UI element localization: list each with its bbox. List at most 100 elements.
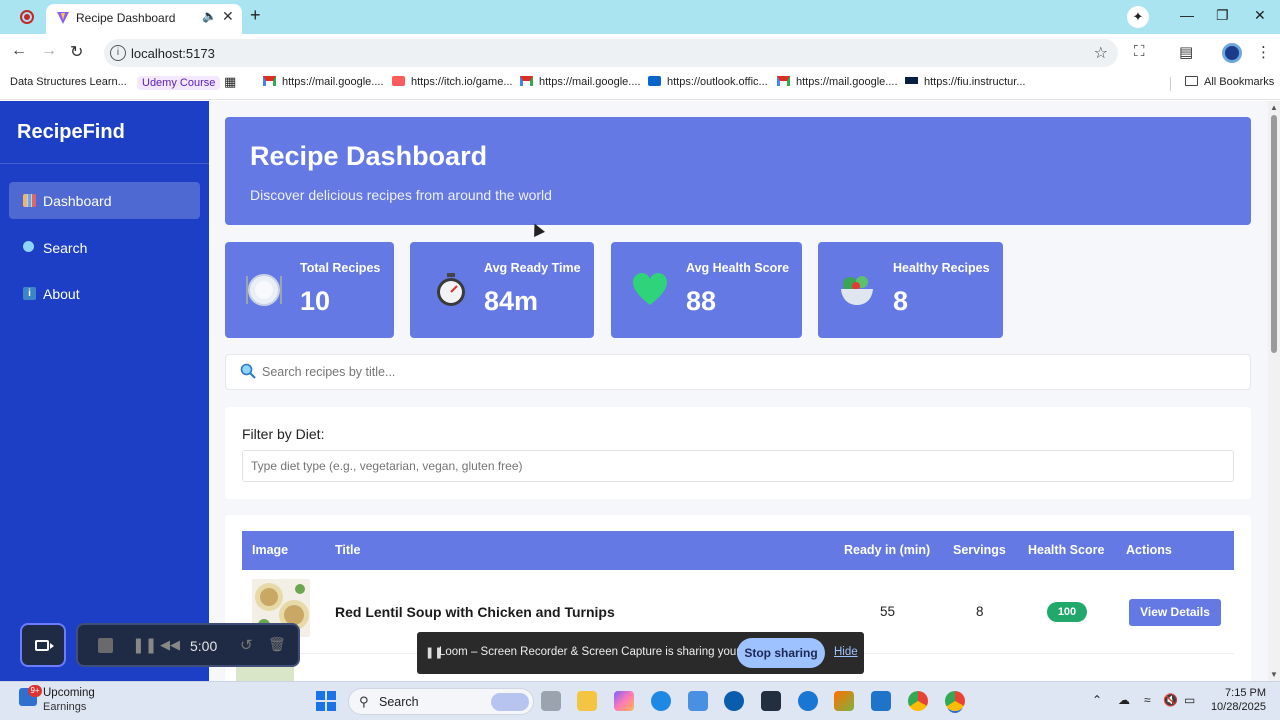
page-title: Recipe Dashboard — [250, 141, 488, 171]
table-header: Image Title Ready in (min) Servings Heal… — [242, 531, 1234, 570]
sidebar-item-label: About — [43, 286, 80, 302]
search-highlight-icon — [491, 693, 529, 711]
tab-audio-icon[interactable]: 🔈 — [202, 9, 217, 23]
column-header-title: Title — [335, 543, 361, 557]
bookmark-item[interactable]: https://mail.google.... — [520, 76, 641, 88]
hero-banner: Recipe Dashboard Discover delicious reci… — [225, 117, 1251, 225]
search-input[interactable] — [262, 362, 1222, 382]
recorder-camera-button[interactable] — [20, 623, 66, 667]
stat-card-total-recipes: Total Recipes 10 — [225, 242, 394, 338]
pause-icon[interactable]: ❚❚ — [132, 636, 157, 654]
profile-avatar[interactable] — [1222, 43, 1242, 63]
bookmark-item[interactable]: Data Structures Learn... — [10, 76, 127, 88]
support-icon[interactable] — [798, 691, 818, 711]
rewind-icon[interactable]: ◀◀ — [160, 637, 180, 653]
stat-value: 84m — [484, 286, 539, 316]
minimize-icon[interactable]: — — [1180, 7, 1194, 23]
taskbar-search[interactable]: ⚲ Search — [348, 688, 534, 715]
back-icon[interactable]: ← — [11, 42, 27, 60]
file-explorer-icon[interactable] — [577, 691, 597, 711]
taskbar-date[interactable]: 10/28/2025 — [1198, 701, 1266, 713]
windows-start-icon[interactable] — [316, 691, 336, 711]
amazon-icon[interactable] — [761, 691, 781, 711]
edge-icon[interactable] — [651, 691, 671, 711]
column-header-actions: Actions — [1126, 543, 1172, 557]
bookmark-item[interactable]: https://itch.io/game... — [392, 76, 513, 88]
recipe-thumbnail[interactable] — [236, 665, 294, 681]
outlook-icon — [648, 76, 661, 86]
vscode-icon[interactable] — [871, 691, 891, 711]
bookmark-item[interactable]: https://mail.google.... — [263, 76, 384, 88]
tab-close-icon[interactable]: ✕ — [222, 8, 234, 25]
taskbar-search-label: Search — [379, 695, 419, 709]
recording-timer: 5:00 — [190, 638, 218, 654]
stat-card-healthy-recipes: Healthy Recipes 8 — [818, 242, 1003, 338]
stat-card-avg-health-score: Avg Health Score 88 — [611, 242, 802, 338]
view-details-button[interactable]: View Details — [1129, 599, 1221, 626]
onedrive-icon[interactable]: ☁ — [1118, 693, 1130, 707]
bookmark-item[interactable]: https://outlook.offic... — [648, 76, 768, 88]
recipe-ready-time: 55 — [880, 604, 896, 619]
scrollbar-thumb[interactable] — [1271, 115, 1277, 353]
battery-icon[interactable]: ▭ — [1184, 693, 1195, 707]
volume-icon[interactable]: 🔇 — [1163, 693, 1178, 707]
menu-kebab-icon[interactable]: ⋮ — [1256, 43, 1271, 61]
address-bar[interactable]: i localhost:5173 ☆ — [104, 39, 1118, 67]
copilot-icon[interactable] — [614, 691, 634, 711]
stat-label: Avg Ready Time — [484, 261, 581, 275]
taskbar-time[interactable]: 7:15 PM — [1212, 687, 1266, 699]
diet-filter-input[interactable] — [242, 450, 1234, 482]
bookmark-item[interactable]: Udemy Course — [137, 76, 221, 90]
widget-title[interactable]: Upcoming — [43, 687, 95, 699]
sidebar-item-dashboard[interactable]: Dashboard — [9, 182, 200, 219]
sidebar-divider — [0, 163, 209, 164]
stop-recording-icon[interactable] — [98, 638, 113, 653]
sidebar-item-search[interactable]: Search — [9, 229, 200, 266]
stat-value: 8 — [893, 286, 909, 316]
site-info-icon[interactable]: i — [110, 45, 126, 61]
loom-sharing-message: Loom – Screen Recorder & Screen Capture … — [439, 646, 781, 658]
gmail-icon — [263, 76, 276, 86]
browser-tab[interactable]: Recipe Dashboard 🔈 ✕ — [46, 4, 242, 34]
restart-icon[interactable]: ↺ — [240, 636, 253, 654]
stat-value: 88 — [686, 286, 717, 316]
chrome-active-icon[interactable] — [945, 691, 965, 711]
reload-icon[interactable]: ↻ — [70, 42, 83, 62]
scroll-up-icon[interactable]: ▲ — [1270, 103, 1278, 112]
cast-icon[interactable]: ▤ — [1179, 43, 1193, 61]
store-icon[interactable] — [688, 691, 708, 711]
itch-icon — [392, 76, 405, 86]
tab-title: Recipe Dashboard — [76, 11, 176, 25]
wifi-icon[interactable]: ≈ — [1144, 693, 1151, 707]
bookmark-label: https://mail.google.... — [282, 76, 384, 88]
apps-grid-icon[interactable]: ▦ — [224, 74, 236, 90]
scroll-down-icon[interactable]: ▼ — [1270, 670, 1278, 679]
maximize-icon[interactable]: ❐ — [1216, 7, 1229, 24]
hp-icon[interactable] — [724, 691, 744, 711]
forward-icon[interactable]: → — [41, 42, 57, 60]
sidebar-item-about[interactable]: i About — [9, 275, 200, 312]
page-scrollbar[interactable]: ▲ ▼ — [1268, 101, 1280, 681]
recorder-controls: ❚❚ ◀◀ 5:00 ↺ 🗑 — [76, 623, 300, 667]
gemini-icon[interactable]: ✦ — [1127, 6, 1149, 28]
tray-overflow-icon[interactable]: ⌃ — [1092, 693, 1102, 707]
git-tool-icon[interactable] — [834, 691, 854, 711]
task-view-icon[interactable] — [541, 691, 561, 711]
new-tab-icon[interactable]: + — [250, 5, 261, 26]
bookmark-star-icon[interactable]: ☆ — [1094, 43, 1108, 63]
app-brand[interactable]: RecipeFind — [17, 121, 125, 144]
bookmarks-bar: Data Structures Learn... Udemy Course ▦ … — [0, 72, 1280, 96]
column-header-ready: Ready in (min) — [844, 543, 931, 557]
bookmark-item[interactable]: https://fiu.instructur... — [905, 76, 1026, 88]
stat-card-avg-ready-time: Avg Ready Time 84m — [410, 242, 594, 338]
bookmark-item[interactable]: https://mail.google.... — [777, 76, 898, 88]
extensions-icon[interactable]: ⛶ — [1134, 43, 1145, 60]
trash-icon[interactable]: 🗑 — [268, 636, 286, 653]
chrome-icon[interactable] — [908, 691, 928, 711]
stop-sharing-button[interactable]: Stop sharing — [737, 638, 825, 668]
all-bookmarks-folder[interactable]: All Bookmarks — [1185, 76, 1274, 88]
widget-subtitle[interactable]: Earnings — [43, 701, 86, 713]
hide-link[interactable]: Hide — [834, 646, 858, 658]
window-close-icon[interactable]: ✕ — [1254, 7, 1266, 24]
column-header-health-score: Health Score — [1028, 543, 1105, 557]
